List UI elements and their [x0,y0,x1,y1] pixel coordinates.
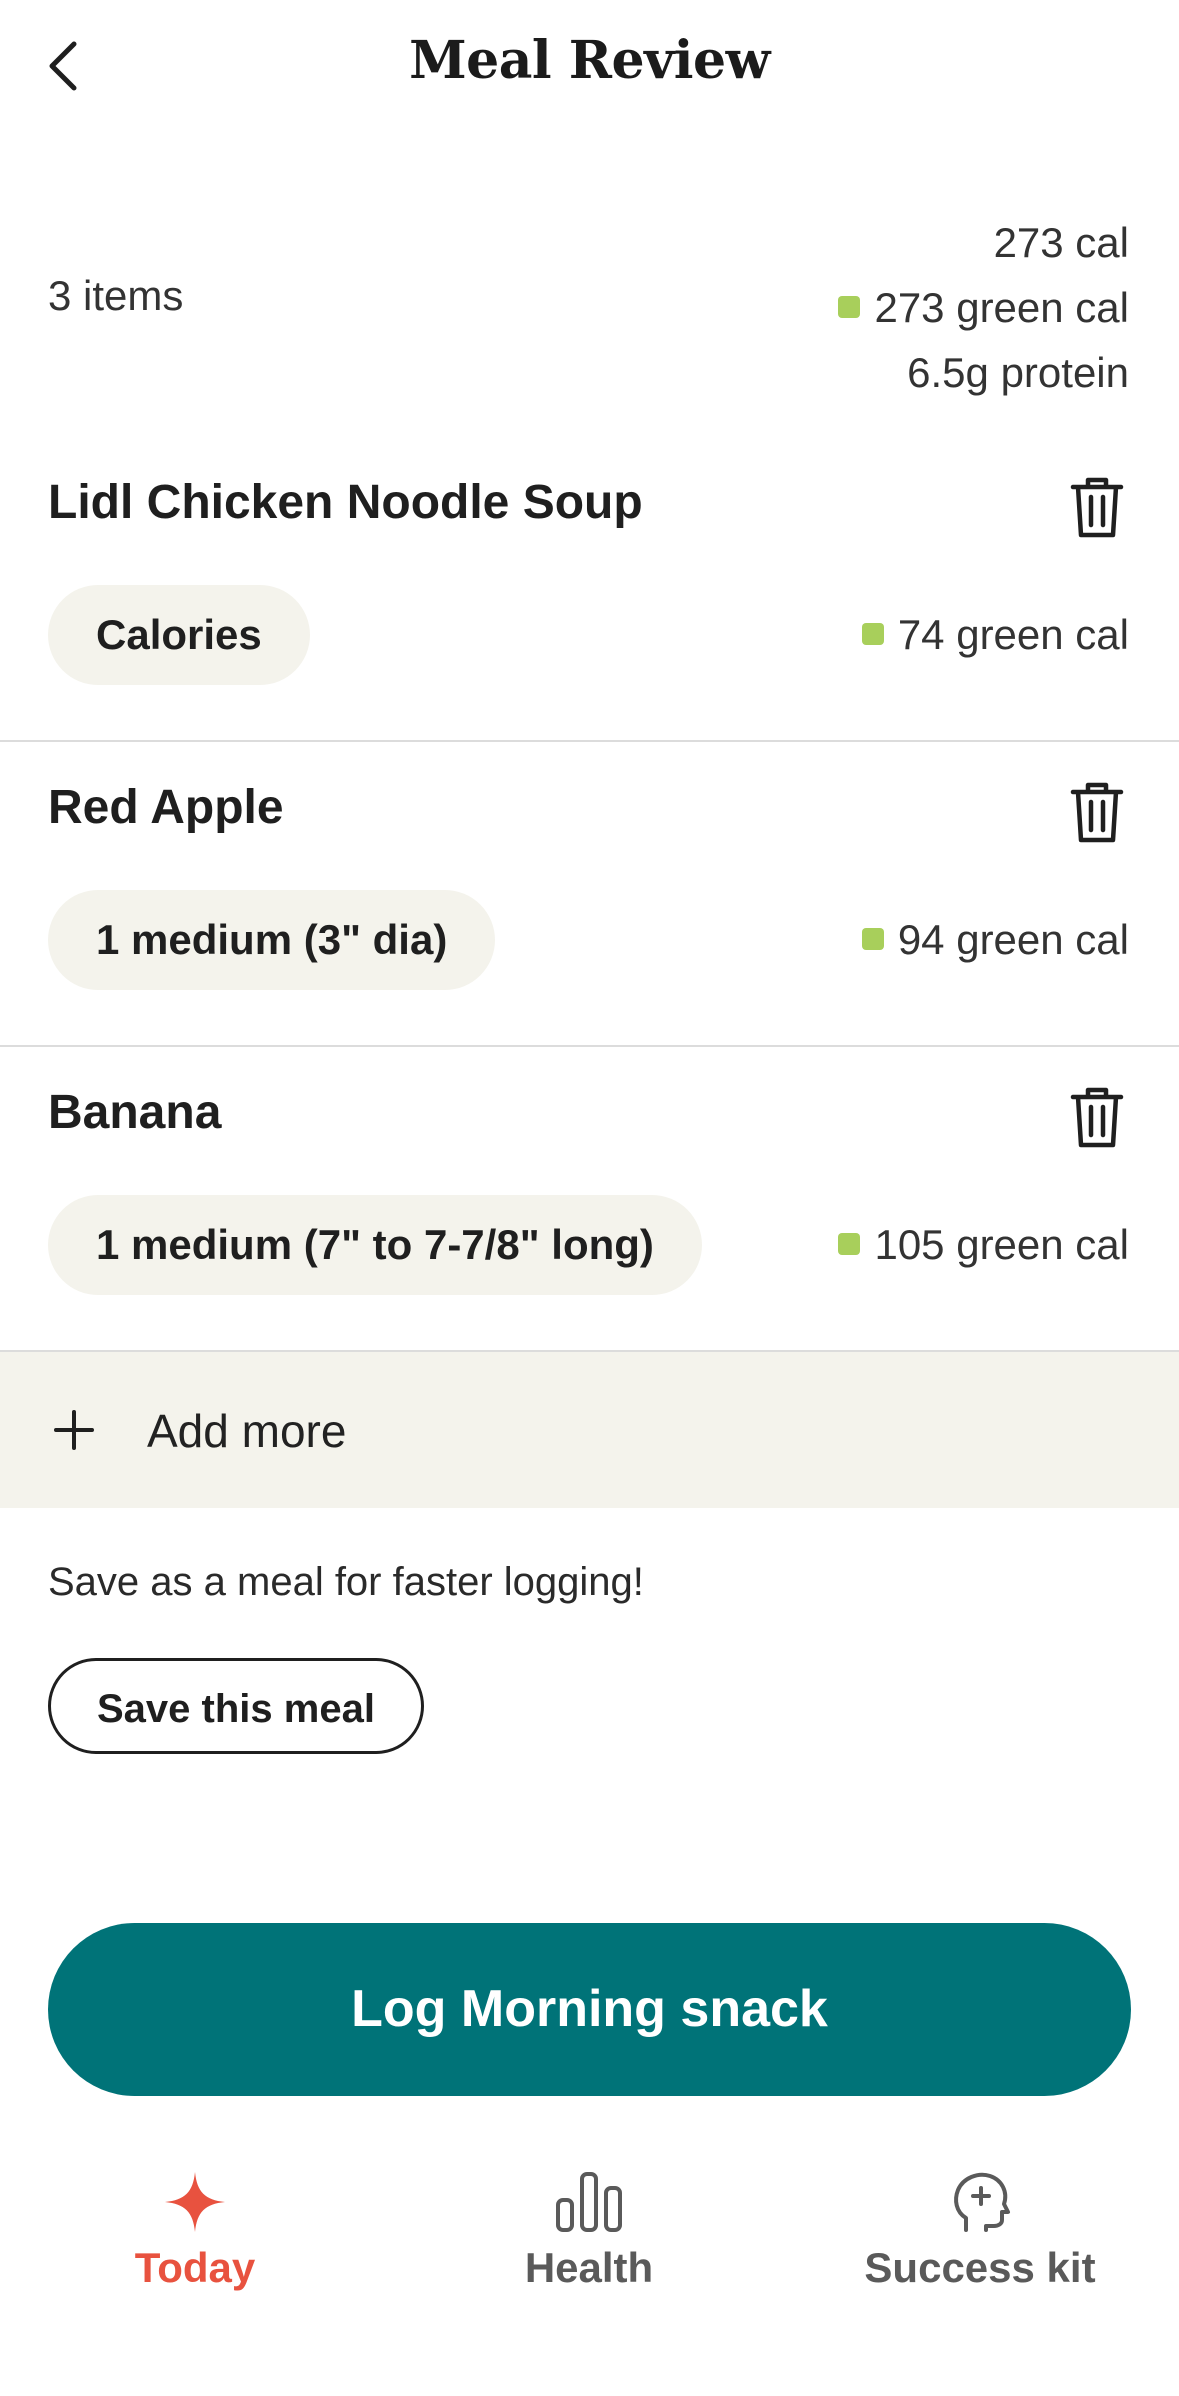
green-dot-icon [838,295,861,318]
food-row: Red Apple 1 medium (3" dia) 94 green cal [0,740,1179,1047]
trash-icon [1070,477,1124,538]
bottom-tab-bar: Today Health Success kit [0,2150,1179,2396]
total-protein: 6.5g protein [907,349,1129,396]
delete-button[interactable] [1067,778,1127,846]
page-title: Meal Review [409,30,770,91]
food-green-calories: 94 green cal [861,916,1129,964]
food-calories-value: 74 green cal [897,611,1129,658]
total-green-calories-row: 273 green cal [838,275,1129,340]
green-dot-icon [861,927,884,950]
trash-icon [1070,782,1124,843]
green-dot-icon [861,622,884,645]
tab-success-kit-label: Success kit [864,2244,1096,2291]
food-name: Red Apple [48,781,284,834]
header: Meal Review [0,0,1179,130]
food-name: Lidl Chicken Noodle Soup [48,476,643,529]
add-more-button[interactable]: Add more [0,1352,1179,1508]
food-row: Lidl Chicken Noodle Soup Calories 74 gre… [0,435,1179,742]
save-meal-button[interactable]: Save this meal [48,1658,424,1754]
bar-chart-icon [556,2172,622,2232]
meal-summary: 3 items 273 cal 273 green cal 6.5g prote… [0,200,1179,400]
summary-totals: 273 cal 273 green cal 6.5g protein [838,210,1129,405]
delete-button[interactable] [1067,1083,1127,1151]
total-calories: 273 cal [993,219,1129,266]
tab-health-label: Health [524,2244,654,2291]
food-row: Banana 1 medium (7" to 7-7/8" long) 105 … [0,1045,1179,1352]
add-more-label: Add more [147,1405,347,1457]
food-name: Banana [48,1086,222,1139]
items-count: 3 items [48,272,184,319]
head-plus-icon [954,2172,1010,2232]
serving-size-pill[interactable]: 1 medium (3" dia) [48,890,496,990]
total-green-calories: 273 green cal [874,284,1129,331]
green-dot-icon [838,1232,861,1255]
log-meal-button[interactable]: Log Morning snack [48,1923,1131,2096]
plus-icon [54,1410,94,1450]
tab-health[interactable]: Health [439,2170,739,2292]
tab-today[interactable]: Today [45,2170,345,2292]
tab-success-kit[interactable]: Success kit [830,2170,1130,2292]
serving-size-pill[interactable]: 1 medium (7" to 7-7/8" long) [48,1195,702,1295]
food-calories-value: 105 green cal [874,1221,1129,1268]
serving-size-pill[interactable]: Calories [48,585,310,685]
food-calories-value: 94 green cal [897,916,1129,963]
food-green-calories: 74 green cal [861,611,1129,659]
trash-icon [1070,1087,1124,1148]
sparkle-icon [165,2172,225,2232]
food-green-calories: 105 green cal [838,1221,1129,1269]
delete-button[interactable] [1067,473,1127,541]
tab-today-label: Today [134,2244,256,2291]
save-meal-hint: Save as a meal for faster logging! [48,1560,644,1604]
